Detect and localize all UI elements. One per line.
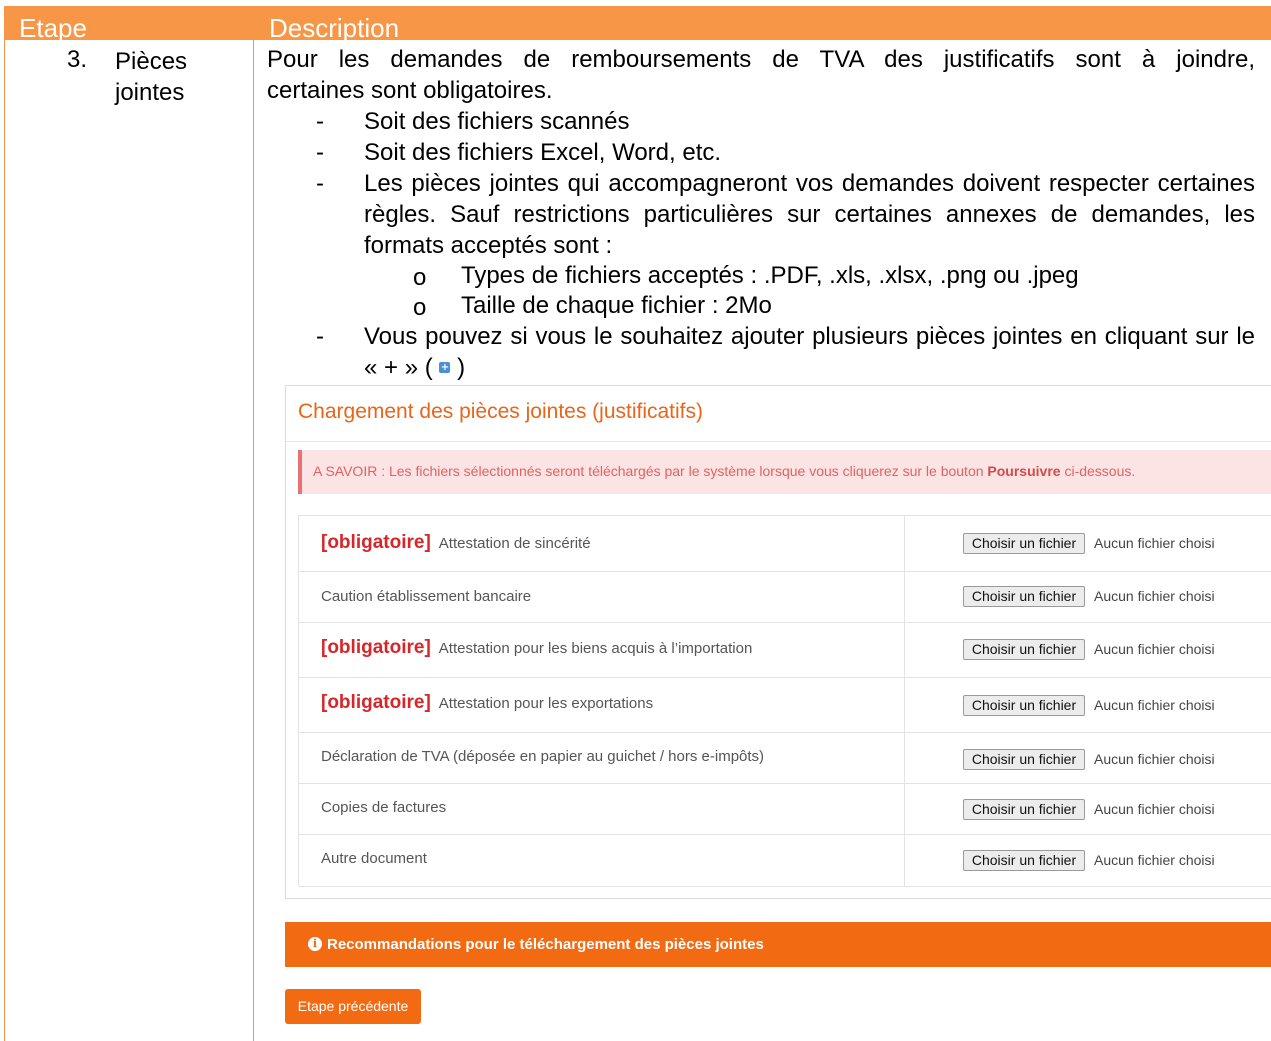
required-tag: [obligatoire] — [321, 532, 431, 553]
no-file-text: Aucun fichier choisi — [1094, 751, 1215, 767]
bullet-marker: - — [316, 170, 324, 197]
row-divider — [904, 835, 905, 886]
sub-bullet-item: Taille de chaque fichier : 2Mo — [461, 292, 772, 319]
sub-bullet-item: Types de fichiers acceptés : .PDF, .xls,… — [461, 262, 1079, 289]
bullet-plus-text: Vous pouvez si vous le souhaitez ajouter… — [364, 323, 1255, 381]
document-page: Etape Description 3. Pièces jointes Pour… — [0, 0, 1271, 1041]
table-row: [obligatoire] Attestation de sincérité Ch… — [299, 516, 1271, 572]
upload-panel-title: Chargement des pièces jointes (justifica… — [298, 400, 704, 423]
intro-line-1: Pour les demandes de remboursements de T… — [267, 46, 1255, 73]
panel-divider — [286, 441, 1271, 442]
alert-text: A SAVOIR : Les fichiers sélectionnés ser… — [313, 463, 1135, 479]
row-label: [obligatoire] Attestation pour les biens … — [321, 637, 752, 659]
row-label-text: Attestation pour les exportations — [438, 695, 654, 712]
row-divider — [904, 572, 905, 622]
choose-file-button[interactable]: Choisir un fichier — [963, 533, 1085, 554]
bullet-marker: - — [316, 139, 324, 166]
bullet-item: Soit des fichiers scannés — [364, 108, 630, 135]
row-label: Copies de factures — [321, 799, 447, 816]
previous-step-button[interactable]: Etape précédente — [285, 989, 421, 1024]
no-file-text: Aucun fichier choisi — [1094, 588, 1215, 604]
step-label: Pièces jointes — [115, 46, 187, 108]
required-tag: [obligatoire] — [321, 692, 431, 713]
row-label: Déclaration de TVA (déposée en papier au… — [321, 748, 765, 765]
alert-prefix: A SAVOIR : Les fichiers sélectionnés ser… — [313, 463, 988, 479]
bullet-item: Soit des fichiers Excel, Word, etc. — [364, 139, 722, 166]
bullet-plus-suffix: ) — [457, 354, 466, 381]
table-row: Caution établissement bancaire Choisir u… — [299, 572, 1271, 623]
alert-bold: Poursuivre — [987, 463, 1061, 479]
table-border-left — [4, 40, 5, 1041]
table-row: [obligatoire] Attestation pour les biens … — [299, 623, 1271, 678]
bullet-marker: - — [316, 108, 324, 135]
choose-file-button[interactable]: Choisir un fichier — [963, 695, 1085, 716]
row-divider — [904, 623, 905, 677]
table-header: Etape Description — [4, 6, 1271, 43]
sub-bullet-marker: o — [413, 294, 427, 321]
attachments-table: [obligatoire] Attestation de sincérité Ch… — [298, 515, 1271, 887]
table-row: Copies de factures Choisir un fichier Au… — [299, 784, 1271, 835]
table-row: [obligatoire] Attestation pour les export… — [299, 678, 1271, 733]
choose-file-button[interactable]: Choisir un fichier — [963, 639, 1085, 660]
row-divider — [904, 678, 905, 732]
row-label: Autre document — [321, 850, 427, 867]
required-tag: [obligatoire] — [321, 637, 431, 658]
col-header-etape: Etape — [19, 13, 87, 43]
row-divider — [904, 733, 905, 783]
table-column-divider — [253, 40, 254, 1041]
col-header-description: Description — [269, 13, 400, 43]
info-icon: i — [308, 937, 322, 951]
step-label-line1: Pièces — [115, 48, 188, 75]
bullet-marker: - — [316, 323, 324, 350]
step-label-line2: jointes — [115, 79, 185, 106]
no-file-text: Aucun fichier choisi — [1094, 697, 1215, 713]
no-file-text: Aucun fichier choisi — [1094, 535, 1215, 551]
no-file-text: Aucun fichier choisi — [1094, 641, 1215, 657]
row-label-text: Attestation pour les biens acquis à l’im… — [438, 640, 753, 657]
table-row: Déclaration de TVA (déposée en papier au… — [299, 733, 1271, 784]
choose-file-button[interactable]: Choisir un fichier — [963, 850, 1085, 871]
choose-file-button[interactable]: Choisir un fichier — [963, 749, 1085, 770]
plus-icon: + — [439, 362, 451, 373]
row-label-text: Attestation de sincérité — [438, 535, 591, 552]
row-label: [obligatoire] Attestation de sincérité — [321, 532, 591, 554]
bullet-item-formats: Les pièces jointes qui accompagneront vo… — [364, 170, 1255, 259]
recommendations-link[interactable]: Recommandations pour le téléchargement d… — [327, 936, 764, 953]
row-label: Caution établissement bancaire — [321, 588, 532, 605]
row-label: [obligatoire] Attestation pour les export… — [321, 692, 653, 714]
intro-line-2: certaines sont obligatoires. — [267, 77, 553, 104]
table-row: Autre document Choisir un fichier Aucun … — [299, 835, 1271, 887]
choose-file-button[interactable]: Choisir un fichier — [963, 586, 1085, 607]
bullet-item-plus: Vous pouvez si vous le souhaitez ajouter… — [364, 321, 1255, 383]
no-file-text: Aucun fichier choisi — [1094, 852, 1215, 868]
no-file-text: Aucun fichier choisi — [1094, 801, 1215, 817]
row-divider — [904, 516, 905, 571]
alert-suffix: ci-dessous. — [1060, 463, 1136, 479]
step-number: 3. — [67, 46, 88, 73]
row-divider — [904, 784, 905, 834]
choose-file-button[interactable]: Choisir un fichier — [963, 799, 1085, 820]
sub-bullet-marker: o — [413, 264, 427, 291]
